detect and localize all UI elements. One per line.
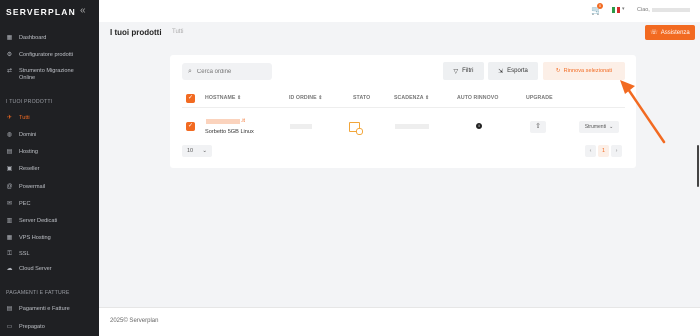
- reseller-icon: ▣: [6, 166, 13, 172]
- chevron-down-icon: ⌄: [609, 124, 614, 130]
- column-status: STATO: [353, 95, 371, 101]
- row-checkbox[interactable]: ✓: [186, 122, 195, 131]
- filter-button[interactable]: ▽ Filtri: [443, 62, 484, 80]
- invoice-icon: ▤: [6, 306, 13, 312]
- sidebar-item-server-dedicati[interactable]: ▥ Server Dedicati: [6, 218, 96, 225]
- sort-icon: ⇕: [424, 95, 430, 101]
- upgrade-button[interactable]: ⇧: [530, 121, 546, 133]
- assistance-button[interactable]: ☏ Assistenza: [645, 25, 695, 40]
- export-icon: ⇲: [498, 68, 504, 75]
- sidebar-item-vps[interactable]: ▦ VPS Hosting: [6, 235, 96, 242]
- sidebar-item-prepagato[interactable]: ▭ Prepagato: [6, 324, 96, 331]
- column-upgrade: UPGRADE: [526, 95, 553, 101]
- sidebar-item-domini[interactable]: ◍ Domini: [6, 132, 96, 139]
- blurred-order-id: [290, 124, 312, 129]
- server-icon: ▤: [6, 149, 13, 155]
- search-input[interactable]: [196, 68, 267, 75]
- info-icon[interactable]: i: [476, 123, 482, 129]
- sidebar-item-tutti[interactable]: ✈ Tutti: [6, 115, 96, 122]
- sidebar-item-pagamenti[interactable]: ▤ Pagamenti e Fatture: [6, 306, 96, 313]
- cart-badge: 0: [597, 3, 603, 9]
- rocket-icon: ✈: [6, 115, 13, 121]
- search-icon: ⌕: [188, 67, 192, 75]
- products-card: ⌕ ▽Filtri ⇲Esporta ↻Rinnova selezionati …: [170, 55, 636, 168]
- mail-icon: ✉: [6, 201, 13, 207]
- lock-icon: ⚿: [7, 251, 12, 257]
- scrollbar[interactable]: [697, 145, 699, 187]
- column-auto-renew: AUTO RINNOVO: [457, 95, 499, 101]
- sidebar-item-cloud[interactable]: ☁ Cloud Server: [6, 266, 96, 273]
- sidebar-item-configuratore[interactable]: ⚙ Configuratore prodotti: [6, 52, 96, 59]
- next-page-button[interactable]: ›: [611, 145, 622, 157]
- hostname-suffix[interactable]: .it: [241, 118, 245, 124]
- vps-icon: ▦: [6, 235, 13, 241]
- grid-icon: ▦: [6, 35, 13, 41]
- headset-icon: ☏: [650, 30, 658, 36]
- status-pending-icon: [349, 122, 363, 135]
- prev-page-button[interactable]: ‹: [585, 145, 596, 157]
- sidebar-item-pec[interactable]: ✉ PEC: [6, 201, 96, 208]
- rack-icon: ▥: [6, 218, 13, 224]
- brand-logo[interactable]: SERVERPLAN: [6, 7, 76, 17]
- select-all-checkbox[interactable]: ✓: [186, 94, 195, 103]
- tools-dropdown[interactable]: Strumenti ⌄: [579, 121, 619, 133]
- search-box[interactable]: ⌕: [182, 63, 272, 80]
- blurred-expiry: [395, 124, 429, 129]
- column-expiry[interactable]: SCADENZA ⇕: [394, 95, 429, 101]
- chevron-down-icon[interactable]: ▾: [622, 6, 625, 12]
- sidebar-section-products: I TUOI PRODOTTI: [6, 99, 53, 105]
- sidebar: SERVERPLAN « ▦ Dashboard ⚙ Configuratore p…: [0, 0, 99, 336]
- column-hostname[interactable]: HOSTNAME ⇕: [205, 95, 241, 101]
- sidebar-item-migrazione[interactable]: ⇄ Strumento Migrazione Online: [6, 68, 96, 81]
- user-greeting[interactable]: Ciao,: [637, 7, 690, 13]
- column-order-id[interactable]: ID ORDINE ⇕: [289, 95, 323, 101]
- breadcrumb: Tutti: [172, 29, 184, 35]
- renew-selected-button[interactable]: ↻ Rinnova selezionati: [543, 62, 625, 80]
- topbar: 🛒 0 ▾ Ciao,: [99, 0, 700, 22]
- blurred-username: [651, 7, 690, 12]
- product-name: Sorbetto 5GB Linux: [205, 129, 254, 135]
- sliders-icon: ⚙: [6, 52, 13, 58]
- sort-icon: ⇕: [318, 95, 323, 101]
- cloud-icon: ☁: [6, 266, 13, 272]
- chevron-down-icon: ⌄: [202, 148, 207, 154]
- sidebar-item-powermail[interactable]: @ Powermail: [6, 184, 96, 191]
- sidebar-item-dashboard[interactable]: ▦ Dashboard: [6, 35, 96, 42]
- refresh-icon: ↻: [555, 68, 561, 74]
- filter-icon: ▽: [453, 68, 459, 75]
- footer: 2025© Serverplan: [99, 307, 700, 336]
- italy-flag-icon[interactable]: [612, 7, 621, 13]
- divider: [182, 107, 625, 108]
- pagination: ‹ 1 ›: [585, 145, 622, 157]
- globe-icon: ◍: [6, 132, 13, 138]
- wallet-icon: ▭: [6, 324, 13, 330]
- footer-copyright: 2025© Serverplan: [110, 318, 159, 324]
- migration-icon: ⇄: [6, 68, 13, 74]
- collapse-sidebar-icon[interactable]: «: [80, 5, 86, 16]
- export-button[interactable]: ⇲ Esporta: [488, 62, 538, 80]
- sidebar-item-reseller[interactable]: ▣ Reseller: [6, 166, 96, 173]
- sort-icon: ⇕: [237, 95, 242, 101]
- sidebar-section-payments: PAGAMENTI E FATTURE: [6, 290, 70, 296]
- blurred-hostname: [206, 119, 240, 124]
- page-1-button[interactable]: 1: [598, 145, 609, 157]
- page-title: I tuoi prodotti: [110, 28, 162, 37]
- annotation-arrow: [620, 80, 666, 144]
- per-page-select[interactable]: 10 ⌄: [182, 145, 212, 157]
- sidebar-item-hosting[interactable]: ▤ Hosting: [6, 149, 96, 156]
- at-icon: @: [6, 184, 13, 190]
- sidebar-item-ssl[interactable]: ⚿ SSL: [6, 251, 96, 258]
